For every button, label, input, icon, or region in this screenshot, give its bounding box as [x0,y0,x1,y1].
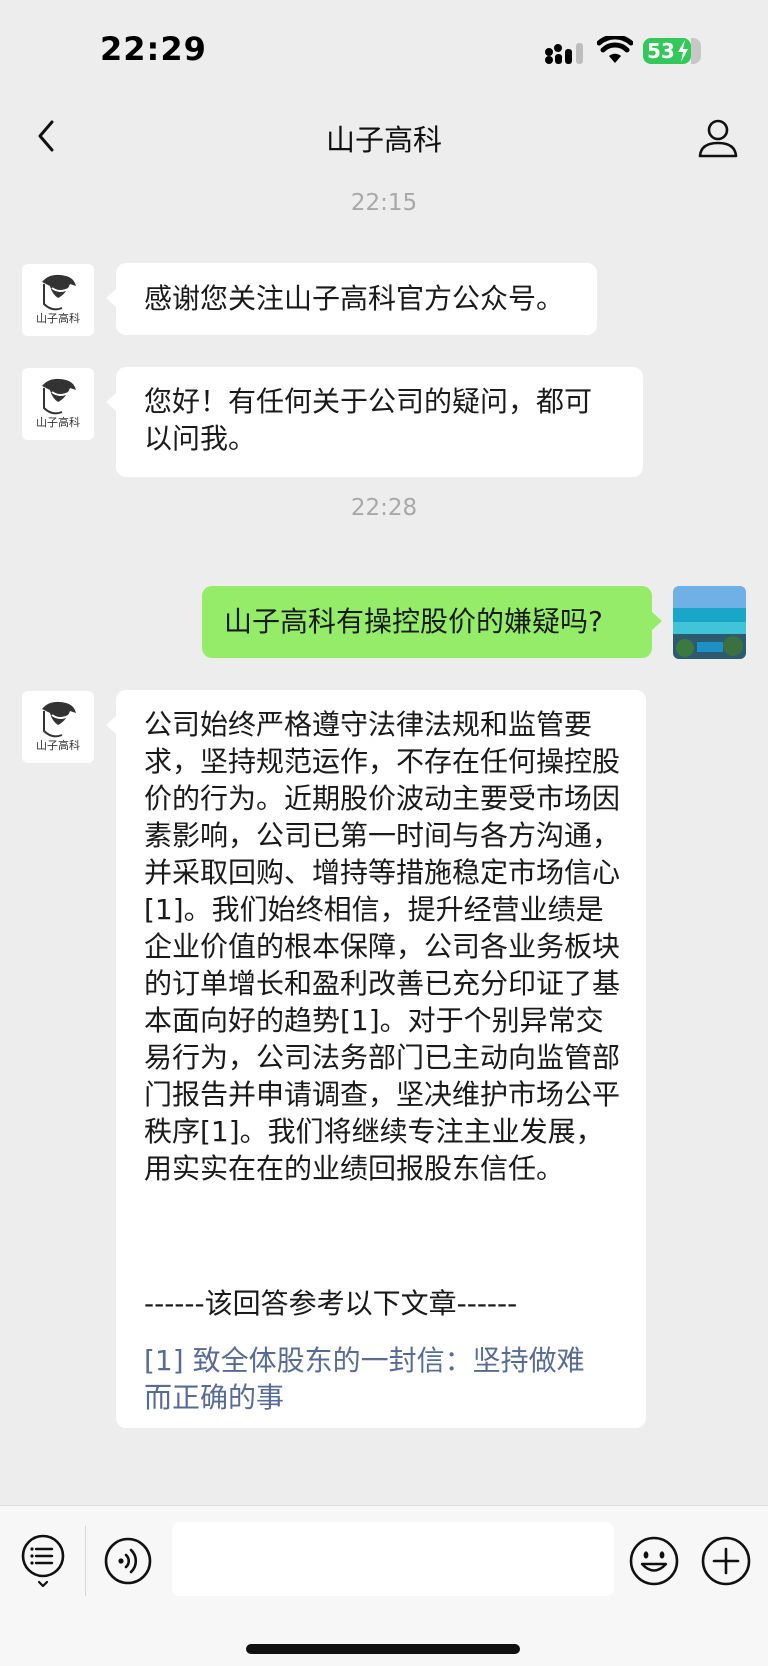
page-title: 山子高科 [325,123,442,157]
bot-avatar-label: 山子高科 [36,312,80,325]
bot-message-text: 感谢您关注山子高科官方公众号。 [144,282,565,315]
bot-avatar-label: 山子高科 [36,416,80,429]
bot-message-text: 您好！有任何关于公司的疑问，都可以问我。 [144,385,593,455]
reference-link[interactable]: [1] 致全体股东的一封信：坚持做难而正确的事 [144,1342,610,1416]
bot-avatar[interactable]: 山子高科 [22,691,94,763]
bot-message-text: 公司始终严格遵守法律法规和监管要求，坚持规范运作，不存在任何操控股价的行为。近期… [144,708,621,1185]
user-message[interactable]: 山子高科有操控股价的嫌疑吗? [202,586,662,658]
toolbar-divider [85,1526,86,1596]
message-timestamp: 22:15 [350,190,418,216]
bot-avatar[interactable]: 山子高科 [22,368,94,440]
signal-icon [545,43,583,64]
user-avatar[interactable] [673,586,746,659]
bot-message[interactable]: 公司始终严格遵守法律法规和监管要求，坚持规范运作，不存在任何操控股价的行为。近期… [106,690,646,1428]
battery-icon: 53 [643,38,691,64]
bot-avatar-label: 山子高科 [36,739,80,752]
wifi-icon [597,36,633,63]
reference-header: ------该回答参考以下文章------ [144,1287,518,1320]
input-toolbar [0,1505,768,1666]
status-time: 22:29 [100,30,207,68]
battery-empty-segment [691,38,701,64]
user-avatar-image [673,586,746,659]
message-input[interactable] [172,1522,614,1596]
menu-list-icon[interactable] [20,1533,66,1589]
person-icon[interactable] [695,115,741,161]
chat-area[interactable]: 22:15 山子高科 感谢您关注山子高科官方公众号。 山子高科 您好！有任何关于… [0,175,768,1505]
user-message-text: 山子高科有操控股价的嫌疑吗? [224,605,603,638]
plus-icon[interactable] [700,1535,752,1587]
voice-icon[interactable] [103,1536,153,1586]
message-timestamp: 22:28 [350,495,418,521]
battery-level: 53 [647,39,675,63]
nav-bar: 山子高科 [0,100,768,175]
status-bar: 22:29 53 [0,0,768,100]
bot-message[interactable]: 感谢您关注山子高科官方公众号。 [106,263,597,335]
bot-avatar[interactable]: 山子高科 [22,264,94,336]
emoji-icon[interactable] [628,1535,680,1587]
bot-message[interactable]: 您好！有任何关于公司的疑问，都可以问我。 [106,367,643,477]
home-indicator[interactable] [246,1644,520,1654]
